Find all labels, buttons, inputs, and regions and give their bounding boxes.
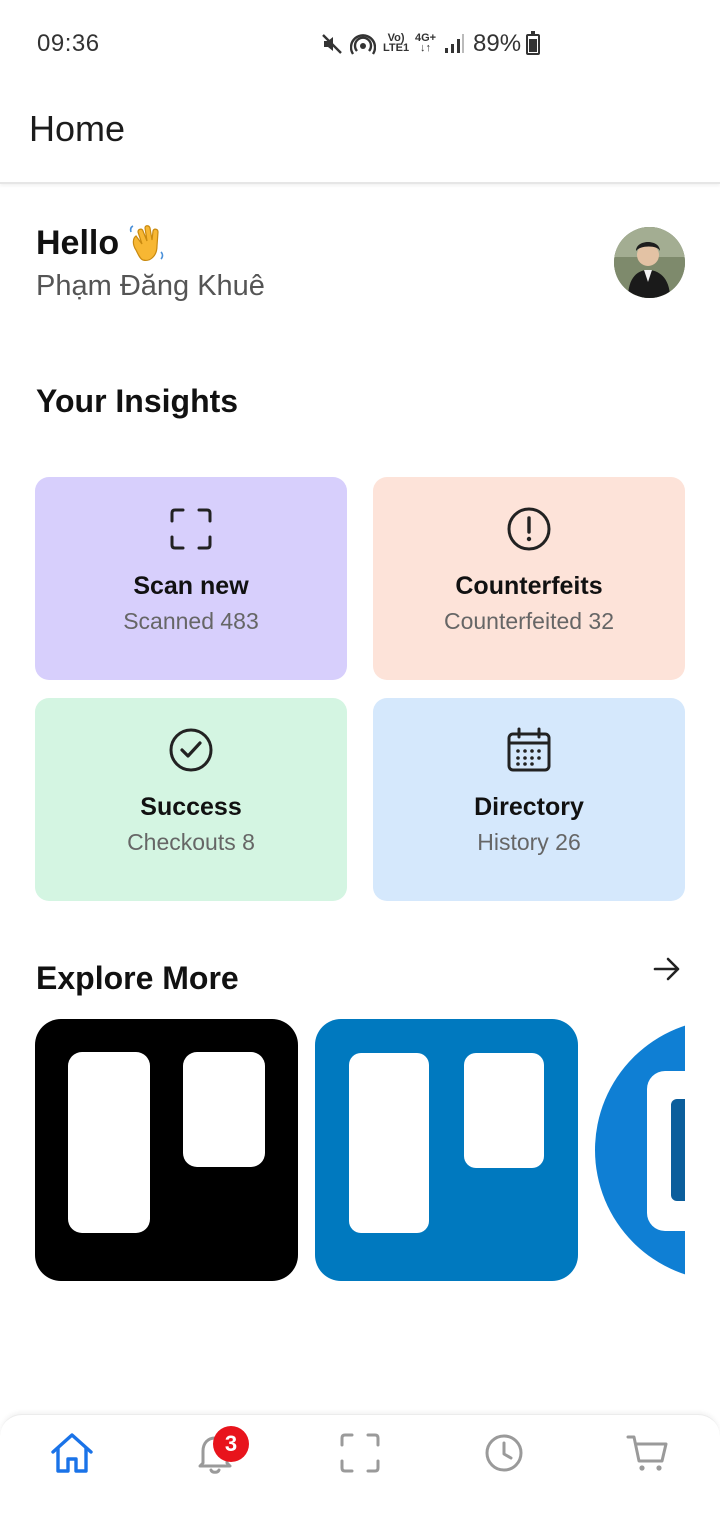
counterfeits-card[interactable]: Counterfeits Counterfeited 32: [373, 477, 685, 680]
scan-frame-icon: [170, 508, 212, 550]
trello-logo-black[interactable]: [35, 1019, 298, 1281]
scan-new-card[interactable]: Scan new Scanned 483: [35, 477, 347, 680]
card-subtitle: Checkouts 8: [127, 829, 255, 855]
battery-icon: [526, 31, 540, 55]
card-title: Scan new: [133, 572, 249, 600]
card-subtitle: History 26: [477, 829, 581, 855]
success-card[interactable]: Success Checkouts 8: [35, 698, 347, 901]
explore-title: Explore More: [36, 960, 239, 996]
data-type-label: 4G+ ↓↑: [415, 32, 437, 54]
directory-card[interactable]: Directory History 26: [373, 698, 685, 901]
card-title: Success: [140, 793, 242, 821]
mute-icon: [322, 34, 342, 54]
card-subtitle: Scanned 483: [123, 608, 259, 634]
scan-icon[interactable]: [336, 1429, 384, 1477]
arrow-right-icon[interactable]: [652, 954, 682, 984]
volte-label: Vo) LTE1: [383, 32, 410, 54]
battery-percent: 89%: [473, 30, 522, 57]
app-bar: Home: [0, 88, 720, 184]
alert-circle-icon: [507, 507, 551, 551]
clock-icon[interactable]: [480, 1429, 528, 1477]
cart-icon[interactable]: [624, 1429, 672, 1477]
signal-icon: [445, 34, 464, 53]
card-title: Counterfeits: [455, 572, 603, 600]
greeting-hello: Hello: [36, 224, 120, 262]
explore-carousel[interactable]: [35, 1019, 685, 1281]
status-time: 09:36: [37, 30, 100, 57]
app-logo-blue[interactable]: [595, 1019, 685, 1281]
check-circle-icon: [169, 728, 213, 772]
card-title: Directory: [474, 793, 584, 821]
status-bar: 09:36 Vo) LTE1 4G+ ↓↑ 89%: [0, 0, 720, 88]
hotspot-icon: [350, 34, 376, 55]
home-icon[interactable]: [48, 1429, 96, 1477]
calendar-icon: [507, 727, 551, 772]
page-title: Home: [29, 108, 126, 149]
trello-logo-blue[interactable]: [315, 1019, 578, 1281]
notification-badge: 3: [213, 1426, 249, 1462]
bottom-nav: 3: [0, 1414, 720, 1520]
waving-hand-icon: [129, 225, 164, 261]
insights-title: Your Insights: [36, 383, 239, 419]
user-name: Phạm Đăng Khuê: [36, 270, 265, 302]
avatar[interactable]: [614, 227, 685, 298]
card-subtitle: Counterfeited 32: [443, 608, 615, 634]
